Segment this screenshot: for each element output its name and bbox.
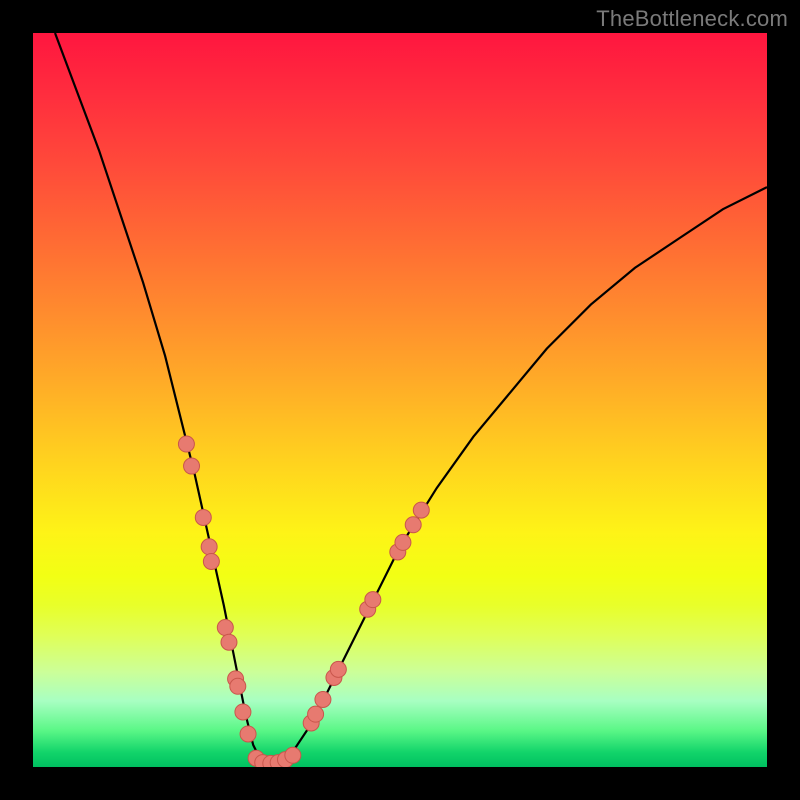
data-point [330, 661, 346, 677]
data-point [365, 592, 381, 608]
bottleneck-curve [55, 33, 767, 763]
data-points-group [178, 436, 429, 767]
data-point [217, 620, 233, 636]
chart-svg [33, 33, 767, 767]
data-point [315, 691, 331, 707]
data-point [203, 553, 219, 569]
data-point [201, 539, 217, 555]
data-point [221, 634, 237, 650]
chart-plot-area [33, 33, 767, 767]
data-point [405, 517, 421, 533]
data-point [308, 706, 324, 722]
chart-frame: TheBottleneck.com [0, 0, 800, 800]
data-point [240, 726, 256, 742]
data-point [395, 534, 411, 550]
data-point [230, 678, 246, 694]
data-point [235, 704, 251, 720]
data-point [195, 509, 211, 525]
data-point [413, 502, 429, 518]
watermark-text: TheBottleneck.com [596, 6, 788, 32]
data-point [178, 436, 194, 452]
data-point [184, 458, 200, 474]
data-point [285, 747, 301, 763]
